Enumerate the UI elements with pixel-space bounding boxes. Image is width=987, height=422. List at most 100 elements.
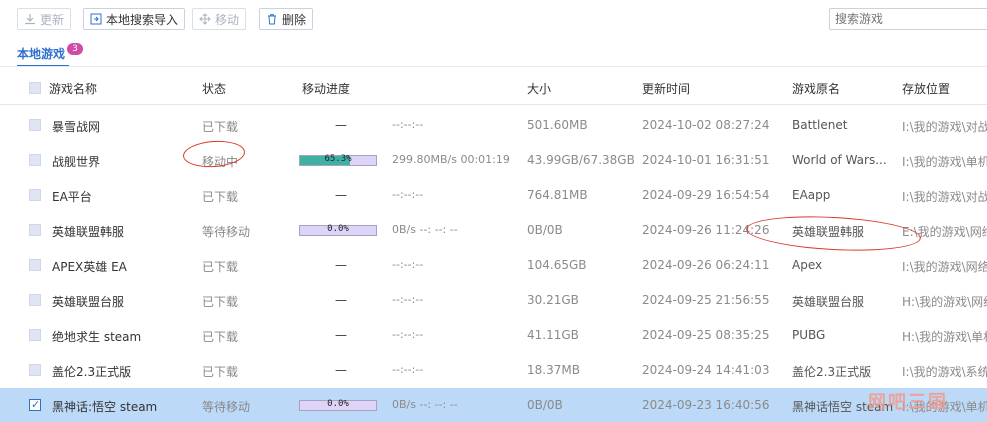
- game-name: APEX英雄 EA: [52, 260, 127, 274]
- select-all-checkbox[interactable]: [29, 82, 41, 94]
- game-name: 绝地求生 steam: [52, 330, 142, 344]
- move-progress-bar: 0.0%: [299, 224, 377, 236]
- progress-empty-dash: —: [335, 188, 347, 202]
- import-label: 本地搜索导入: [106, 12, 179, 27]
- checkmark-icon: ✓: [31, 398, 41, 411]
- update-time: 2024-10-02 08:27:24: [642, 118, 770, 132]
- move-label: 移动: [215, 12, 240, 27]
- game-status: 已下载: [202, 190, 239, 204]
- game-size: 43.99GB/67.38GB: [527, 153, 635, 167]
- table-row[interactable]: 英雄联盟台服 已下载 — --:--:-- 30.21GB 2024-09-25 21:5…: [0, 283, 987, 318]
- game-name: 英雄联盟台服: [52, 295, 125, 309]
- move-progress-text: 0.0%: [327, 399, 349, 409]
- game-name: 盖伦2.3正式版: [52, 365, 132, 379]
- storage-location: I:\我的游戏\对战: [902, 190, 987, 204]
- progress-empty-dash: —: [335, 258, 347, 272]
- game-size: 104.65GB: [527, 258, 587, 272]
- storage-location: I:\我的游戏\单机: [902, 155, 987, 169]
- update-time: 2024-09-25 21:56:55: [642, 293, 770, 307]
- move-speed: --:--:--: [392, 188, 424, 201]
- move-speed: --:--:--: [392, 118, 424, 131]
- original-name: EAapp: [792, 188, 831, 202]
- column-header-name[interactable]: 游戏名称: [49, 80, 97, 97]
- game-name: EA平台: [52, 190, 92, 204]
- move-speed: --:--:--: [392, 328, 424, 341]
- game-name: 黑神话:悟空 steam: [52, 400, 158, 414]
- game-status: 等待移动: [202, 400, 251, 414]
- game-status: 移动中: [202, 155, 239, 169]
- original-name: 英雄联盟韩服: [792, 225, 865, 239]
- import-icon: [90, 13, 102, 25]
- column-header-size[interactable]: 大小: [527, 80, 551, 97]
- column-header-location[interactable]: 存放位置: [902, 80, 950, 97]
- original-name: Apex: [792, 258, 823, 272]
- game-status: 已下载: [202, 120, 239, 134]
- table-row[interactable]: 暴雪战网 已下载 — --:--:-- 501.60MB 2024-10-02 08:27…: [0, 108, 987, 143]
- row-checkbox[interactable]: [29, 224, 41, 236]
- tab-divider: [0, 66, 987, 67]
- column-header-progress[interactable]: 移动进度: [302, 80, 350, 97]
- table-row[interactable]: EA平台 已下载 — --:--:-- 764.81MB 2024-09-29 16:54…: [0, 178, 987, 213]
- game-size: 0B/0B: [527, 398, 563, 412]
- table-row[interactable]: 战舰世界 移动中 65.3% 299.80MB/s 00:01:19 43.99GB/6…: [0, 143, 987, 178]
- update-time: 2024-09-29 16:54:54: [642, 188, 770, 202]
- column-header-original-name[interactable]: 游戏原名: [792, 80, 840, 97]
- move-button[interactable]: 移动: [192, 8, 247, 30]
- move-progress-text: 0.0%: [327, 224, 349, 234]
- update-time: 2024-09-26 11:24:26: [642, 223, 770, 237]
- move-speed: --:--:--: [392, 258, 424, 271]
- game-status: 已下载: [202, 330, 239, 344]
- move-speed: 0B/s --: --: --: [392, 223, 458, 236]
- storage-location: I:\我的游戏\网络: [902, 260, 987, 274]
- storage-location: E:\我的游戏\网络: [902, 225, 987, 239]
- refresh-label: 更新: [40, 12, 65, 27]
- row-checkbox[interactable]: [29, 119, 41, 131]
- search-input[interactable]: [829, 8, 987, 30]
- delete-button[interactable]: 删除: [259, 8, 314, 30]
- table-header: 游戏名称 状态 移动进度 大小 更新时间 游戏原名 存放位置: [0, 72, 987, 105]
- trash-icon: [266, 13, 278, 25]
- game-status: 等待移动: [202, 225, 251, 239]
- column-header-status[interactable]: 状态: [202, 80, 226, 97]
- original-name: World of Wars...: [792, 153, 887, 167]
- move-speed: 0B/s --: --: --: [392, 398, 458, 411]
- table-row[interactable]: APEX英雄 EA 已下载 — --:--:-- 104.65GB 2024-09-26 …: [0, 248, 987, 283]
- row-checkbox[interactable]: [29, 329, 41, 341]
- row-checkbox[interactable]: [29, 364, 41, 376]
- row-checkbox[interactable]: [29, 189, 41, 201]
- table-row[interactable]: 英雄联盟韩服 等待移动 0.0% 0B/s --: --: -- 0B/0B 2024-0…: [0, 213, 987, 248]
- watermark-logo: 网吧三国: [868, 392, 948, 413]
- original-name: Battlenet: [792, 118, 848, 132]
- move-icon: [199, 13, 211, 25]
- game-name: 暴雪战网: [52, 120, 101, 134]
- row-checkbox[interactable]: [29, 259, 41, 271]
- game-size: 18.37MB: [527, 363, 580, 377]
- column-header-update-time[interactable]: 更新时间: [642, 80, 690, 97]
- move-speed: --:--:--: [392, 293, 424, 306]
- update-time: 2024-09-24 14:41:03: [642, 363, 770, 377]
- table-row[interactable]: ✓ 黑神话:悟空 steam 等待移动 0.0% 0B/s --: --: -- 0B/0…: [0, 388, 987, 422]
- storage-location: I:\我的游戏\对战: [902, 120, 987, 134]
- local-search-import-button[interactable]: 本地搜索导入: [83, 8, 186, 30]
- game-status: 已下载: [202, 365, 239, 379]
- game-status: 已下载: [202, 295, 239, 309]
- game-size: 30.21GB: [527, 293, 579, 307]
- table-row[interactable]: 绝地求生 steam 已下载 — --:--:-- 41.11GB 2024-09-25 …: [0, 318, 987, 353]
- game-name: 战舰世界: [52, 155, 101, 169]
- tab-local-games[interactable]: 本地游戏: [17, 45, 65, 62]
- progress-empty-dash: —: [335, 328, 347, 342]
- table-row[interactable]: 盖伦2.3正式版 已下载 — --:--:-- 18.37MB 2024-09-24 14…: [0, 353, 987, 388]
- update-time: 2024-09-25 08:35:25: [642, 328, 770, 342]
- toolbar: 更新 本地搜索导入 移动 删除: [0, 0, 987, 38]
- row-checkbox[interactable]: ✓: [29, 398, 41, 411]
- update-time: 2024-09-26 06:24:11: [642, 258, 770, 272]
- move-speed: --:--:--: [392, 363, 424, 376]
- delete-label: 删除: [282, 12, 307, 27]
- game-size: 41.11GB: [527, 328, 579, 342]
- storage-location: H:\我的游戏\网络: [902, 295, 987, 309]
- row-checkbox[interactable]: [29, 294, 41, 306]
- progress-empty-dash: —: [335, 293, 347, 307]
- refresh-button[interactable]: 更新: [17, 8, 72, 30]
- original-name: 英雄联盟台服: [792, 295, 865, 309]
- row-checkbox[interactable]: [29, 154, 41, 166]
